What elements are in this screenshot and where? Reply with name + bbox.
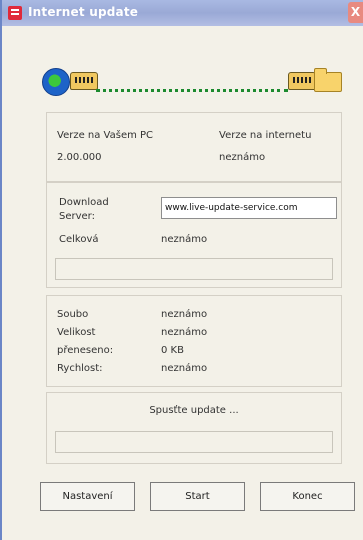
app-icon <box>8 6 22 20</box>
settings-button[interactable]: Nastavení <box>40 482 135 511</box>
size-value: neznámo <box>161 327 208 338</box>
local-version-label: Verze na Vašem PC <box>57 130 154 141</box>
end-button[interactable]: Konec <box>260 482 355 511</box>
total-label: Celková <box>59 234 99 245</box>
phone-icon <box>70 72 98 90</box>
title-bar[interactable]: Internet update X <box>2 0 363 26</box>
download-progress-bar <box>55 258 333 280</box>
total-value: neznámo <box>161 234 208 245</box>
transferred-value: 0 KB <box>161 345 184 356</box>
speed-label: Rychlost: <box>57 363 103 374</box>
close-button[interactable]: X <box>348 2 363 23</box>
window-title: Internet update <box>28 5 139 19</box>
download-group: Download Server: Celková neznámo <box>46 182 342 288</box>
file-label: Soubo <box>57 309 89 320</box>
update-window: Internet update X Verze na Vašem PC 2.00… <box>0 0 363 540</box>
speed-value: neznámo <box>161 363 208 374</box>
remote-version-value: neznámo <box>219 152 266 163</box>
phone-icon <box>288 72 316 90</box>
server-field[interactable] <box>161 197 337 219</box>
server-label: Download Server: <box>59 197 109 222</box>
globe-icon <box>42 68 70 96</box>
update-status-text: Spusťte update ... <box>149 405 239 416</box>
local-version-value: 2.00.000 <box>57 152 102 163</box>
remote-version-label: Verze na internetu <box>219 130 312 141</box>
update-status-group: Spusťte update ... <box>46 392 342 464</box>
start-button[interactable]: Start <box>150 482 245 511</box>
file-info-group: Soubo neznámo Velikost neznámo přeneseno… <box>46 295 342 387</box>
update-progress-bar <box>55 431 333 453</box>
folder-icon <box>314 68 342 92</box>
versions-group: Verze na Vašem PC 2.00.000 Verze na inte… <box>46 112 342 182</box>
size-label: Velikost <box>57 327 96 338</box>
connection-line <box>96 86 288 92</box>
transferred-label: přeneseno: <box>57 345 114 356</box>
file-value: neznámo <box>161 309 208 320</box>
